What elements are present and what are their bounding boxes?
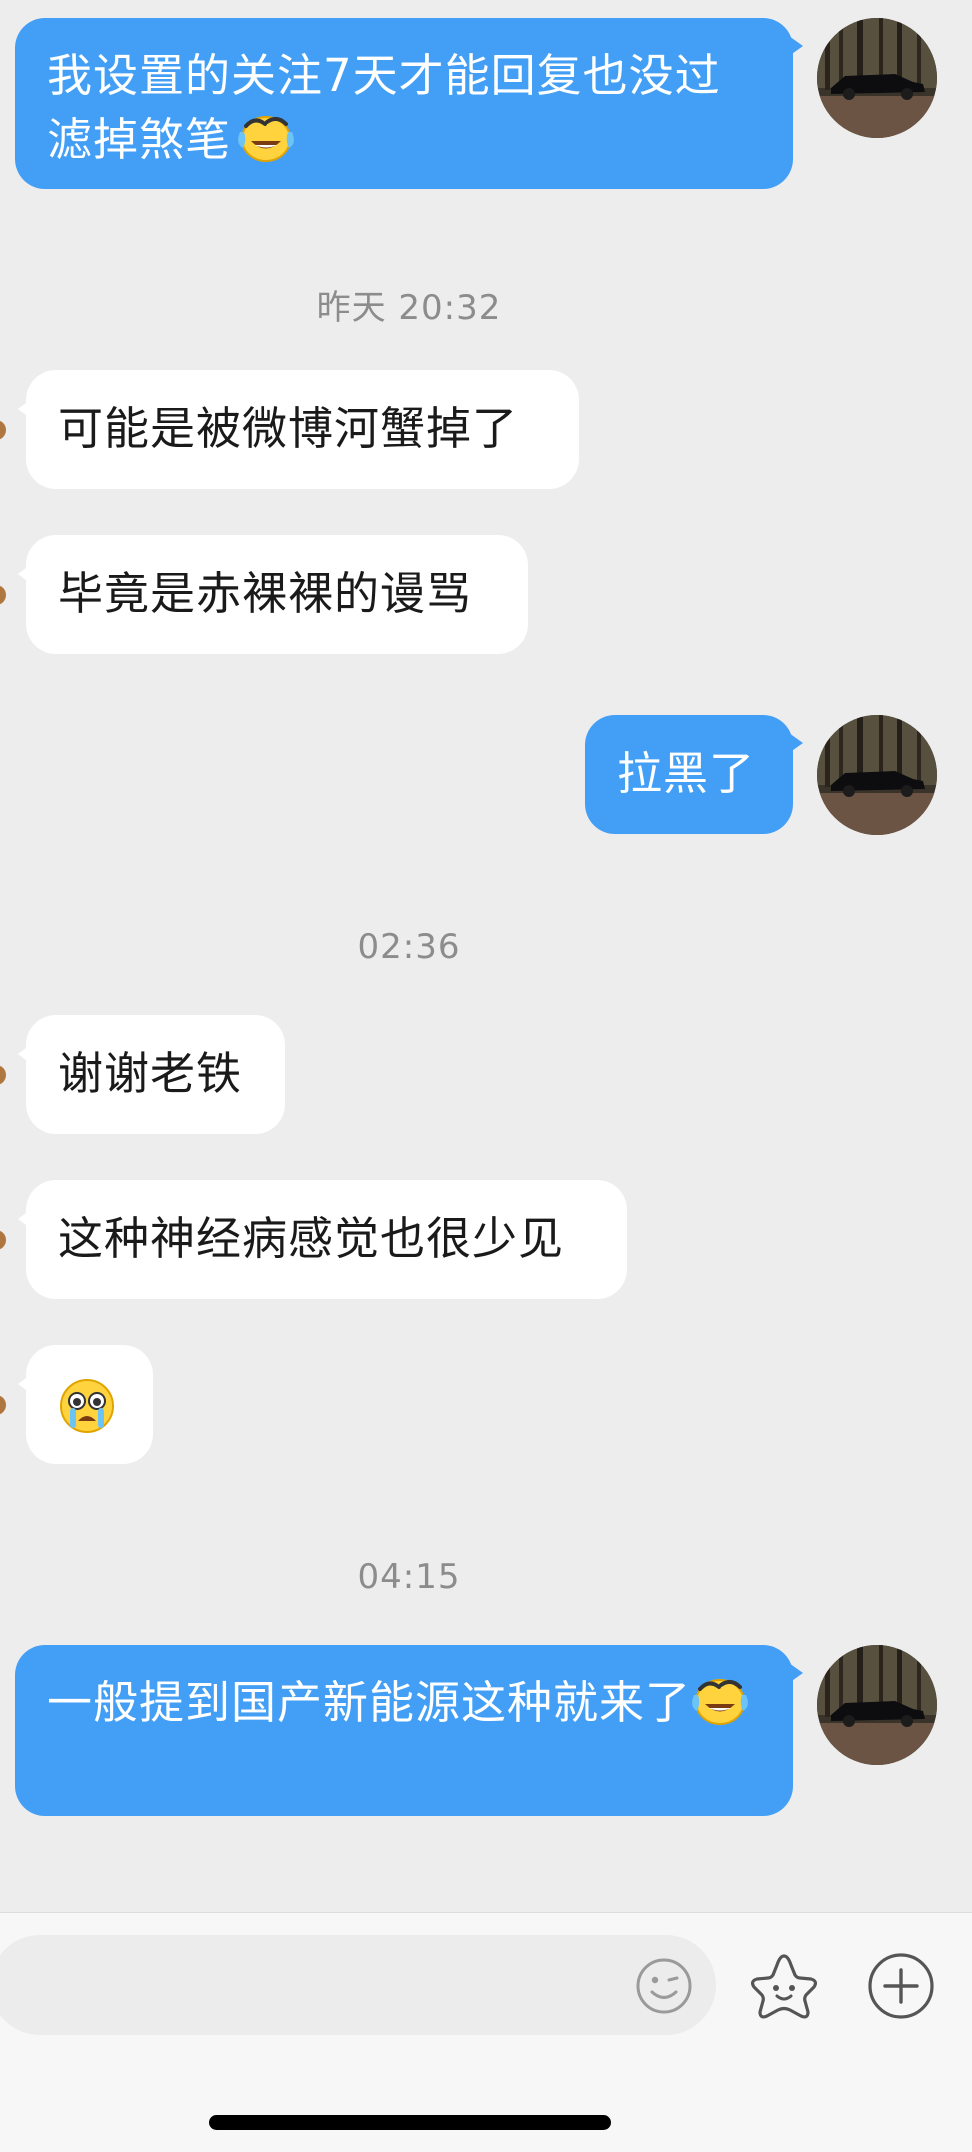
- message-text: 可能是被微博河蟹掉了: [58, 402, 519, 455]
- message-input-bar: [0, 1912, 972, 2152]
- contact-avatar[interactable]: [0, 1230, 6, 1250]
- timestamp: 02:36: [357, 927, 461, 967]
- laughing-crying-emoji-icon: [237, 112, 295, 181]
- laughing-crying-emoji-icon: [691, 1675, 749, 1744]
- crying-face-emoji-icon: [58, 1377, 116, 1452]
- incoming-message-bubble[interactable]: 毕竟是赤裸裸的谩骂: [18, 535, 528, 654]
- message-text: 毕竟是赤裸裸的谩骂: [58, 567, 473, 620]
- incoming-message-bubble[interactable]: [18, 1345, 153, 1464]
- my-avatar[interactable]: [817, 18, 937, 138]
- my-avatar[interactable]: [817, 1645, 937, 1765]
- message-input[interactable]: [0, 1935, 716, 2035]
- contact-avatar[interactable]: [0, 585, 6, 605]
- outgoing-message-bubble[interactable]: 一般提到国产新能源这种就来了: [15, 1645, 803, 1816]
- timestamp: 04:15: [357, 1557, 461, 1597]
- message-text: 这种神经病感觉也很少见: [58, 1212, 565, 1265]
- message-text: 拉黑了: [617, 747, 756, 800]
- contact-avatar[interactable]: [0, 1065, 6, 1085]
- incoming-message-bubble[interactable]: 可能是被微博河蟹掉了: [18, 370, 579, 489]
- chat-screen: 我设置的关注7天才能回复也没过滤掉煞笔 昨天 20:32 可能是被微博河蟹掉了 …: [0, 0, 972, 2152]
- outgoing-message-bubble[interactable]: 我设置的关注7天才能回复也没过滤掉煞笔: [15, 18, 803, 189]
- message-text: 一般提到国产新能源这种就来了: [47, 1676, 692, 1729]
- message-text: 谢谢老铁: [58, 1047, 243, 1100]
- timestamp: 昨天 20:32: [316, 288, 502, 328]
- smiley-icon[interactable]: [635, 1957, 693, 2019]
- incoming-message-bubble[interactable]: 谢谢老铁: [18, 1015, 285, 1134]
- contact-avatar[interactable]: [0, 1395, 6, 1415]
- outgoing-message-bubble[interactable]: 拉黑了: [585, 715, 803, 834]
- home-indicator[interactable]: [209, 2115, 611, 2130]
- contact-avatar[interactable]: [0, 420, 6, 440]
- message-text: 我设置的关注7天才能回复也没过滤掉煞笔: [47, 49, 721, 166]
- sticker-star-icon[interactable]: [748, 1951, 820, 2025]
- plus-icon[interactable]: [866, 1951, 936, 2025]
- my-avatar[interactable]: [817, 715, 937, 835]
- incoming-message-bubble[interactable]: 这种神经病感觉也很少见: [18, 1180, 627, 1299]
